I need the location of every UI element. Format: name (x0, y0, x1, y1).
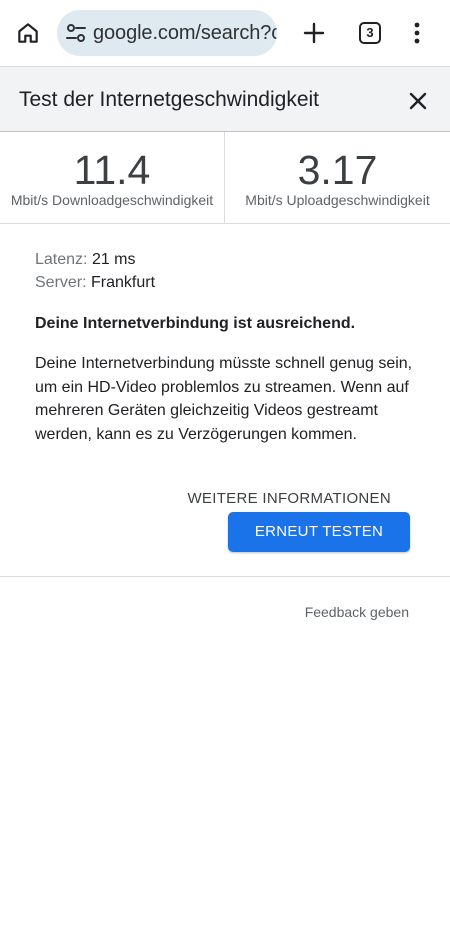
description-text: Deine Internetverbindung müsste schnell … (35, 355, 413, 443)
close-icon (409, 92, 427, 110)
download-metric: 11.4 Mbit/s Downloadgeschwindigkeit (0, 132, 225, 224)
server-label: Server: (35, 274, 87, 291)
upload-metric: 3.17 Mbit/s Uploadgeschwindigkeit (225, 132, 450, 224)
speed-metrics: 11.4 Mbit/s Downloadgeschwindigkeit 3.17… (0, 132, 450, 224)
tab-count: 3 (366, 25, 374, 40)
test-details: Latenz: 21 ms Server: Frankfurt (35, 248, 415, 294)
upload-value: 3.17 (297, 147, 378, 193)
server-value: Frankfurt (91, 274, 156, 291)
feedback-link[interactable]: Feedback geben (305, 603, 409, 621)
tune-icon[interactable] (64, 21, 88, 45)
close-button[interactable] (400, 83, 436, 119)
latency-label: Latenz: (35, 251, 88, 268)
retest-button[interactable]: ERNEUT TESTEN (228, 512, 410, 552)
latency-row: Latenz: 21 ms (35, 248, 415, 271)
upload-label: Mbit/s Uploadgeschwindigkeit (245, 192, 430, 208)
home-icon (18, 23, 38, 43)
speedtest-header: Test der Internetgeschwindigkeit (0, 66, 450, 132)
divider (0, 576, 450, 577)
browser-toolbar: google.com/search?c 3 (0, 0, 450, 66)
download-value: 11.4 (73, 147, 151, 193)
download-label: Mbit/s Downloadgeschwindigkeit (10, 192, 214, 208)
verdict-text: Deine Internetverbindung ist ausreichend… (35, 315, 356, 332)
more-vert-icon (414, 22, 420, 44)
tabs-icon: 3 (359, 22, 381, 44)
tab-switcher-button[interactable]: 3 (350, 13, 390, 53)
speedtest-title: Test der Internetgeschwindigkeit (19, 88, 319, 111)
plus-icon (303, 22, 325, 44)
more-info-link[interactable]: WEITERE INFORMATIONEN (187, 489, 391, 509)
menu-button[interactable] (400, 13, 434, 53)
address-bar[interactable]: google.com/search?c (57, 10, 277, 56)
home-button[interactable] (8, 13, 48, 53)
new-tab-button[interactable] (294, 13, 334, 53)
latency-value: 21 ms (91, 251, 136, 268)
url-text[interactable]: google.com/search?c (93, 22, 277, 44)
server-row: Server: Frankfurt (35, 271, 415, 294)
